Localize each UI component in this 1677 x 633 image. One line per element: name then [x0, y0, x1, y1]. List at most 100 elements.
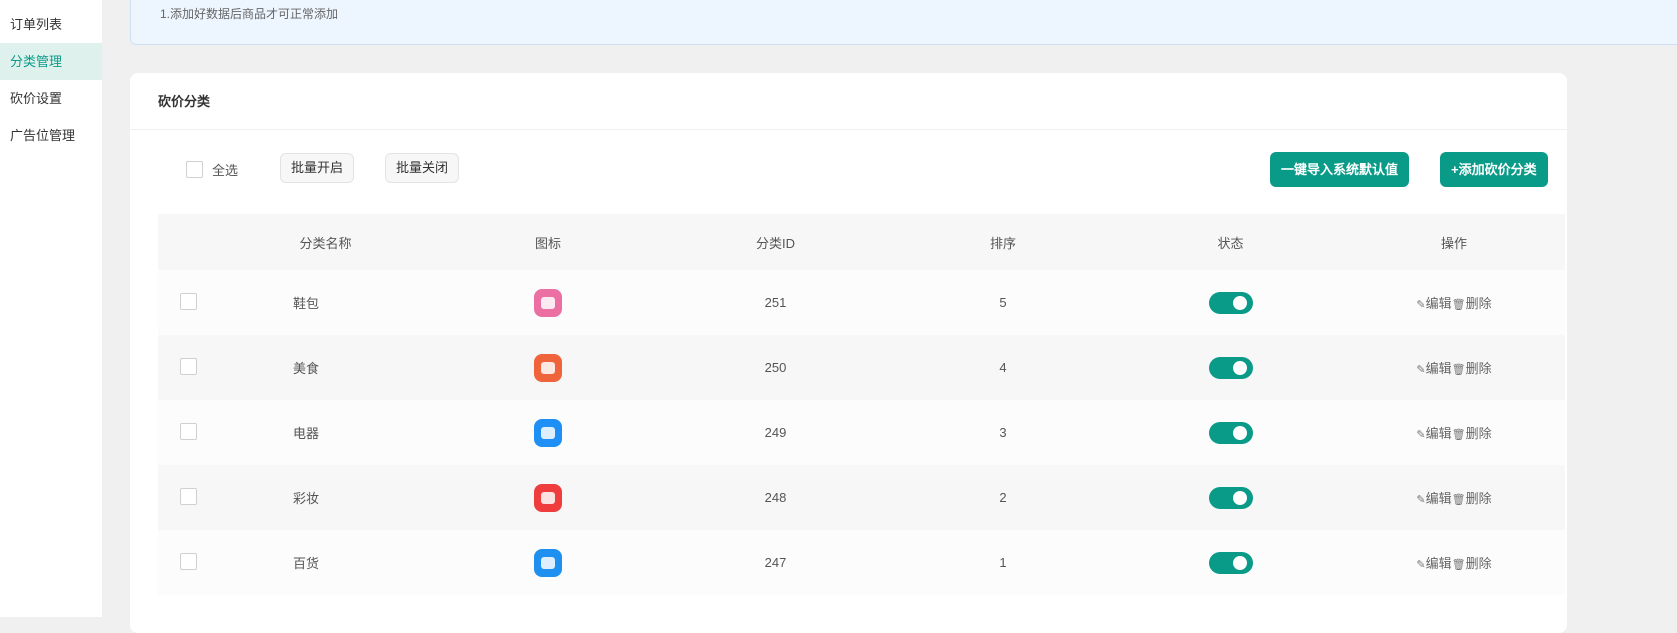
table-row: 鞋包 251 5 ✎编辑🗑删除: [158, 270, 1565, 335]
delete-button[interactable]: 🗑删除: [1452, 296, 1492, 311]
category-sort: 5: [888, 270, 1118, 335]
category-id: 250: [663, 335, 888, 400]
actions-cell: ✎编辑🗑删除: [1343, 335, 1565, 400]
delete-label: 删除: [1465, 426, 1492, 441]
edit-label: 编辑: [1425, 556, 1452, 571]
actions-cell: ✎编辑🗑删除: [1343, 465, 1565, 530]
batch-enable-button[interactable]: 批量开启: [280, 153, 355, 183]
sidebar-item-categories[interactable]: 分类管理: [0, 43, 102, 80]
category-id: 251: [663, 270, 888, 335]
add-category-button[interactable]: +添加砍价分类: [1440, 152, 1548, 187]
icon-cell: [433, 465, 663, 530]
pencil-icon: ✎: [1416, 299, 1426, 311]
category-name: 美食: [218, 335, 433, 400]
pencil-icon: ✎: [1416, 494, 1426, 506]
sidebar-item-bargain-settings[interactable]: 砍价设置: [0, 80, 102, 117]
icon-cell: [433, 270, 663, 335]
category-name: 鞋包: [218, 270, 433, 335]
pencil-icon: ✎: [1416, 559, 1426, 571]
card-title: 砍价分类: [130, 73, 1567, 130]
actions-cell: ✎编辑🗑删除: [1343, 530, 1565, 595]
import-default-button[interactable]: 一键导入系统默认值: [1270, 152, 1410, 187]
actions-cell: ✎编辑🗑删除: [1343, 270, 1565, 335]
trash-icon: 🗑: [1451, 559, 1466, 571]
fridge-icon: [534, 418, 562, 447]
pencil-icon: ✎: [1416, 429, 1426, 441]
edit-label: 编辑: [1425, 491, 1452, 506]
category-name: 百货: [218, 530, 433, 595]
header-status: 状态: [1118, 214, 1343, 270]
batch-disable-button[interactable]: 批量关闭: [385, 153, 460, 183]
category-id: 247: [663, 530, 888, 595]
category-table: 分类名称 图标 分类ID 排序 状态 操作 鞋包 251 5 ✎编辑🗑删除 美食…: [158, 214, 1565, 595]
category-name: 彩妆: [218, 465, 433, 530]
delete-label: 删除: [1465, 556, 1492, 571]
sidebar: 订单列表 分类管理 砍价设置 广告位管理: [0, 0, 102, 617]
category-sort: 4: [888, 335, 1118, 400]
icon-cell: [433, 400, 663, 465]
sidebar-item-ads[interactable]: 广告位管理: [0, 117, 102, 154]
edit-label: 编辑: [1425, 361, 1452, 376]
sidebar-item-orders[interactable]: 订单列表: [0, 6, 102, 43]
header-sort: 排序: [888, 214, 1118, 270]
delete-button[interactable]: 🗑删除: [1452, 426, 1492, 441]
delete-label: 删除: [1465, 296, 1492, 311]
category-sort: 1: [888, 530, 1118, 595]
row-checkbox-cell: [158, 465, 218, 530]
category-sort: 3: [888, 400, 1118, 465]
pencil-icon: ✎: [1416, 364, 1426, 376]
delete-label: 删除: [1465, 491, 1492, 506]
row-checkbox[interactable]: [179, 422, 197, 440]
toolbar: 全选 批量开启 批量关闭 一键导入系统默认值 +添加砍价分类: [130, 130, 1567, 214]
status-toggle[interactable]: [1208, 551, 1253, 574]
edit-label: 编辑: [1425, 426, 1452, 441]
delete-button[interactable]: 🗑删除: [1452, 491, 1492, 506]
table-row: 彩妆 248 2 ✎编辑🗑删除: [158, 465, 1565, 530]
status-cell: [1118, 335, 1343, 400]
category-card: 砍价分类 全选 批量开启 批量关闭 一键导入系统默认值 +添加砍价分类 分类名称…: [130, 73, 1567, 633]
table-row: 美食 250 4 ✎编辑🗑删除: [158, 335, 1565, 400]
select-all[interactable]: 全选: [186, 160, 238, 179]
header-name: 分类名称: [218, 214, 433, 270]
row-checkbox[interactable]: [179, 357, 197, 375]
row-checkbox-cell: [158, 270, 218, 335]
row-checkbox-cell: [158, 335, 218, 400]
category-id: 249: [663, 400, 888, 465]
notice-text: 1.添加好数据后商品才可正常添加: [160, 7, 339, 21]
row-checkbox[interactable]: [179, 292, 197, 310]
table-header: 分类名称 图标 分类ID 排序 状态 操作: [158, 214, 1565, 270]
status-cell: [1118, 270, 1343, 335]
basket-icon: [534, 548, 562, 577]
status-toggle[interactable]: [1208, 421, 1253, 444]
cosmetics-icon: [534, 483, 562, 512]
actions-cell: ✎编辑🗑删除: [1343, 400, 1565, 465]
row-checkbox-cell: [158, 530, 218, 595]
status-toggle[interactable]: [1208, 486, 1253, 509]
icon-cell: [433, 335, 663, 400]
select-all-label: 全选: [212, 163, 239, 178]
status-toggle[interactable]: [1208, 291, 1253, 314]
header-checkbox-col: [158, 214, 218, 270]
edit-button[interactable]: ✎编辑: [1416, 296, 1451, 311]
edit-button[interactable]: ✎编辑: [1416, 491, 1451, 506]
row-checkbox[interactable]: [179, 552, 197, 570]
status-toggle[interactable]: [1208, 356, 1253, 379]
status-cell: [1118, 400, 1343, 465]
table-row: 电器 249 3 ✎编辑🗑删除: [158, 400, 1565, 465]
row-checkbox[interactable]: [179, 487, 197, 505]
delete-button[interactable]: 🗑删除: [1452, 556, 1492, 571]
edit-button[interactable]: ✎编辑: [1416, 361, 1451, 376]
notice-banner: 1.添加好数据后商品才可正常添加: [130, 0, 1677, 45]
edit-label: 编辑: [1425, 296, 1452, 311]
category-id: 248: [663, 465, 888, 530]
status-cell: [1118, 530, 1343, 595]
edit-button[interactable]: ✎编辑: [1416, 556, 1451, 571]
category-name: 电器: [218, 400, 433, 465]
delete-button[interactable]: 🗑删除: [1452, 361, 1492, 376]
select-all-checkbox[interactable]: [186, 161, 203, 178]
table-row: 百货 247 1 ✎编辑🗑删除: [158, 530, 1565, 595]
edit-button[interactable]: ✎编辑: [1416, 426, 1451, 441]
trash-icon: 🗑: [1451, 364, 1466, 376]
header-actions: 操作: [1343, 214, 1565, 270]
trash-icon: 🗑: [1451, 429, 1466, 441]
